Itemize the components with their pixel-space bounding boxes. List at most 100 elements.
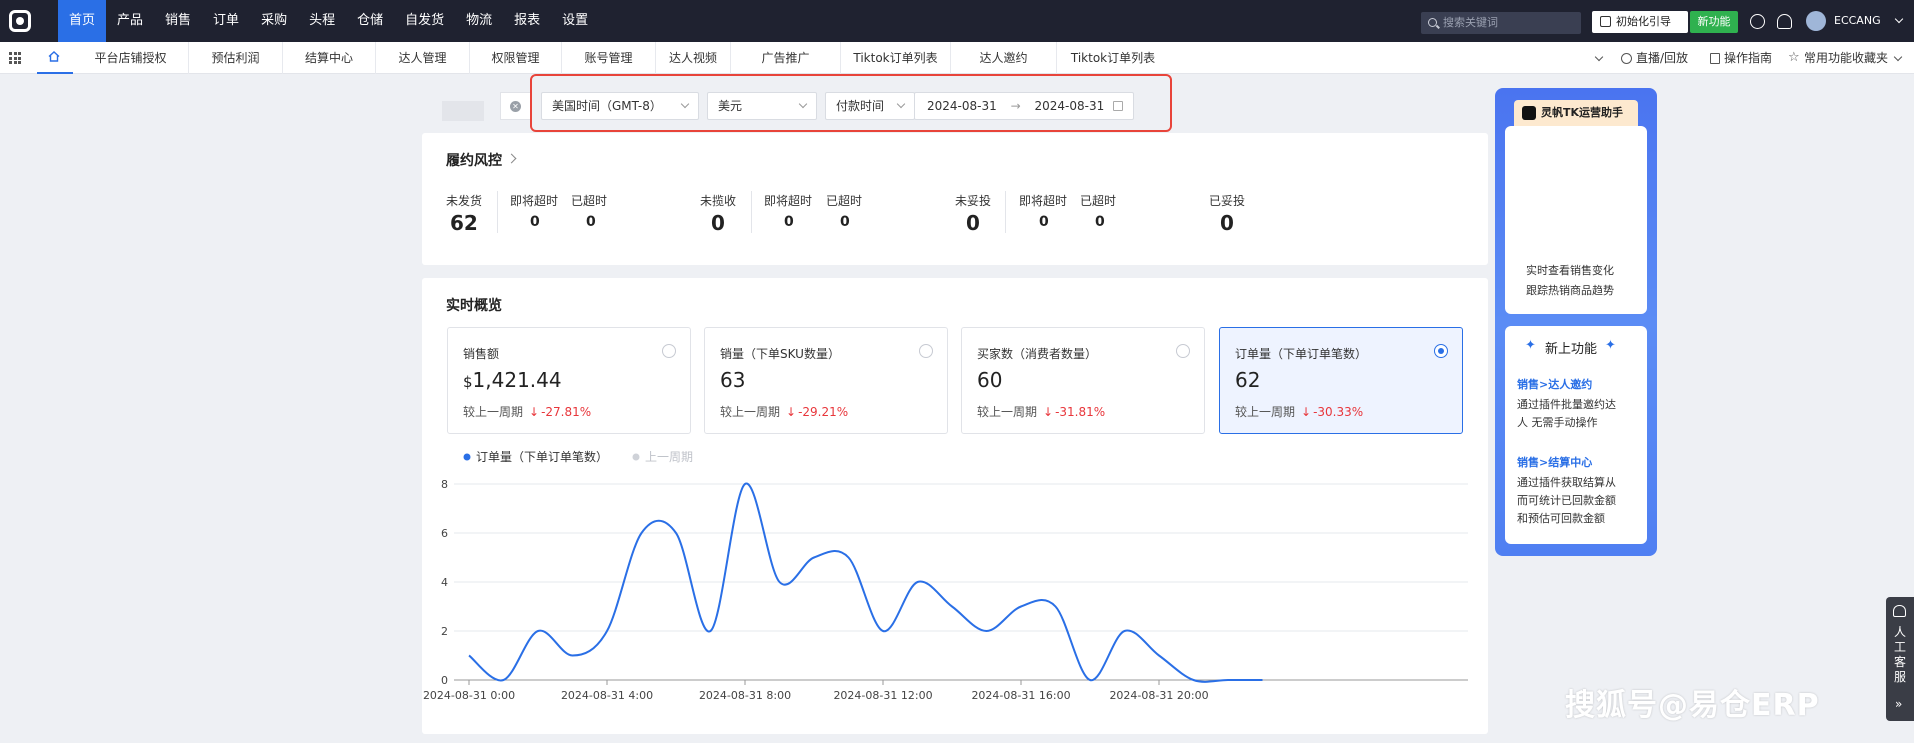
new-feature-button[interactable]: 新功能 xyxy=(1690,11,1738,33)
nav-item-product[interactable]: 产品 xyxy=(106,0,154,42)
favorites-link[interactable]: 常用功能收藏夹 xyxy=(1804,42,1888,74)
metric-card-orders[interactable]: 订单量（下单订单笔数） 62 较上一周期 ↓ -30.33% xyxy=(1219,327,1463,434)
x-tick-label: 2024-08-31 8:00 xyxy=(699,689,791,702)
y-tick-label: 2 xyxy=(441,625,448,638)
date-range-picker[interactable]: 2024-08-31 → 2024-08-31 xyxy=(914,92,1134,120)
operation-guide-link[interactable]: 操作指南 xyxy=(1724,42,1772,74)
nav-item-firstleg[interactable]: 头程 xyxy=(298,0,346,42)
metric-card-sales[interactable]: 销售额 $1,421.44 较上一周期 ↓ -27.81% xyxy=(447,327,691,434)
logo-icon xyxy=(9,10,31,32)
compare-label: 较上一周期 xyxy=(463,405,524,419)
date-end[interactable]: 2024-08-31 xyxy=(1034,99,1104,113)
assistant-header[interactable]: 灵帆TK运营助手 xyxy=(1514,100,1638,126)
tab-tiktok-orders[interactable]: Tiktok订单列表 xyxy=(841,42,951,74)
arrow-down-icon: ↓ xyxy=(1043,405,1054,419)
app-logo[interactable] xyxy=(0,0,40,42)
chevron-right-icon[interactable] xyxy=(506,153,517,164)
assistant-title: 灵帆TK运营助手 xyxy=(1541,106,1624,119)
nav-item-selfship[interactable]: 自发货 xyxy=(394,0,455,42)
search-placeholder: 搜索关键词 xyxy=(1443,16,1498,29)
tab-account[interactable]: 账号管理 xyxy=(562,42,656,74)
tab-creator-invite[interactable]: 达人邀约 xyxy=(951,42,1057,74)
tab-creator-mgmt[interactable]: 达人管理 xyxy=(376,42,470,74)
y-axis: 0 2 4 6 8 xyxy=(441,478,448,687)
store-placeholder xyxy=(442,101,484,121)
tab-ads[interactable]: 广告推广 xyxy=(731,42,841,74)
customer-service-label: 人工客服 xyxy=(1894,625,1907,684)
nav-item-purchase[interactable]: 采购 xyxy=(250,0,298,42)
time-type-select[interactable]: 付款时间 xyxy=(825,92,915,120)
date-separator: → xyxy=(1010,99,1021,113)
uncollected-timeout-value[interactable]: 0 xyxy=(840,214,850,230)
nav-item-logistics[interactable]: 物流 xyxy=(455,0,503,42)
metric-card-buyers[interactable]: 买家数（消费者数量） 60 较上一周期 ↓ -31.81% xyxy=(961,327,1205,434)
headset-icon[interactable] xyxy=(1777,14,1792,29)
avatar[interactable] xyxy=(1806,11,1826,31)
nav-item-warehouse[interactable]: 仓储 xyxy=(346,0,394,42)
legend-previous[interactable]: 上一周期 xyxy=(645,450,693,464)
uncollected-value[interactable]: 0 xyxy=(711,211,725,235)
currency-select[interactable]: 美元 xyxy=(707,92,817,120)
metric-title: 销量（下单SKU数量） xyxy=(720,347,840,361)
nav-item-settings[interactable]: 设置 xyxy=(551,0,599,42)
favorites-chevron-icon[interactable] xyxy=(1893,52,1903,62)
tab-creator-video[interactable]: 达人视频 xyxy=(656,42,731,74)
nav-item-reports[interactable]: 报表 xyxy=(503,0,551,42)
delivered-label: 已妥投 xyxy=(1209,194,1246,208)
unshipped-timeout-value[interactable]: 0 xyxy=(586,214,596,230)
live-replay-link[interactable]: 直播/回放 xyxy=(1636,42,1688,74)
tab-tiktok-orders-2[interactable]: Tiktok订单列表 xyxy=(1057,42,1169,74)
x-axis: 2024-08-31 0:00 2024-08-31 4:00 2024-08-31… xyxy=(423,680,1209,702)
assistant-desc-2: 跟踪热销商品趋势 xyxy=(1526,284,1614,297)
legend-dot-current[interactable] xyxy=(463,453,471,461)
legend-dot-previous[interactable] xyxy=(632,453,640,461)
metric-radio[interactable] xyxy=(919,344,933,358)
date-start[interactable]: 2024-08-31 xyxy=(927,99,997,113)
undelivered-value[interactable]: 0 xyxy=(966,211,980,235)
nav-item-orders[interactable]: 订单 xyxy=(202,0,250,42)
init-guide-label: 初始化引导 xyxy=(1616,15,1671,28)
nav-item-home[interactable]: 首页 xyxy=(58,0,107,42)
legend-current[interactable]: 订单量（下单订单笔数） xyxy=(476,449,608,464)
search-input[interactable]: 搜索关键词 xyxy=(1421,12,1581,34)
assistant-panel: 灵帆TK运营助手 实时查看销售变化 跟踪热销商品趋势 ✦ 新上功能 ✦ 销售>达… xyxy=(1495,88,1657,556)
tab-home[interactable] xyxy=(37,42,73,74)
assistant-promo-card[interactable]: 实时查看销售变化 跟踪热销商品趋势 xyxy=(1505,126,1647,314)
metric-radio[interactable] xyxy=(1176,344,1190,358)
guide-icon xyxy=(1710,53,1720,64)
clear-button[interactable]: ✕ xyxy=(500,92,532,120)
feature-link-creator-invite[interactable]: 销售>达人邀约 xyxy=(1517,376,1592,392)
collapse-icon[interactable]: » xyxy=(1895,697,1902,711)
tab-estimated-profit[interactable]: 预估利润 xyxy=(189,42,283,74)
metric-change: -29.21% xyxy=(798,405,849,419)
new-features-card: ✦ 新上功能 ✦ 销售>达人邀约 通过插件批量邀约达 人 无需手动操作 销售>结… xyxy=(1505,326,1647,544)
fulfillment-title[interactable]: 履约风控 xyxy=(446,150,502,170)
undelivered-near-timeout-value[interactable]: 0 xyxy=(1039,214,1049,230)
metric-radio-selected[interactable] xyxy=(1434,344,1448,358)
download-icon[interactable] xyxy=(1750,14,1765,29)
chevron-down-icon[interactable] xyxy=(1894,14,1904,24)
feature-link-settlement[interactable]: 销售>结算中心 xyxy=(1517,454,1592,470)
metric-change: -27.81% xyxy=(541,405,592,419)
timezone-select[interactable]: 美国时间（GMT-8） xyxy=(541,92,699,120)
unshipped-near-timeout-value[interactable]: 0 xyxy=(530,214,540,230)
customer-service-float[interactable]: 人工客服 » xyxy=(1886,597,1914,721)
uncollected-near-timeout-value[interactable]: 0 xyxy=(784,214,794,230)
tab-store-auth[interactable]: 平台店铺授权 xyxy=(73,42,189,74)
tab-settlement[interactable]: 结算中心 xyxy=(283,42,376,74)
nav-item-sales[interactable]: 销售 xyxy=(154,0,202,42)
tab-permission[interactable]: 权限管理 xyxy=(470,42,562,74)
metric-radio[interactable] xyxy=(662,344,676,358)
sparkle-icon: ✦ xyxy=(1605,338,1616,353)
grid-menu-icon[interactable] xyxy=(9,52,21,64)
undelivered-timeout-value[interactable]: 0 xyxy=(1095,214,1105,230)
tabs-more-chevron-icon[interactable] xyxy=(1594,52,1604,62)
unshipped-value[interactable]: 62 xyxy=(450,211,478,235)
divider xyxy=(1005,191,1006,233)
metric-card-sku-qty[interactable]: 销量（下单SKU数量） 63 较上一周期 ↓ -29.21% xyxy=(704,327,948,434)
init-guide-button[interactable]: 初始化引导 xyxy=(1592,11,1688,33)
feature-desc: 通过插件批量邀约达 xyxy=(1517,398,1616,411)
username[interactable]: ECCANG xyxy=(1834,0,1881,42)
delivered-value[interactable]: 0 xyxy=(1220,211,1234,235)
timezone-value: 美国时间（GMT-8） xyxy=(552,99,662,113)
